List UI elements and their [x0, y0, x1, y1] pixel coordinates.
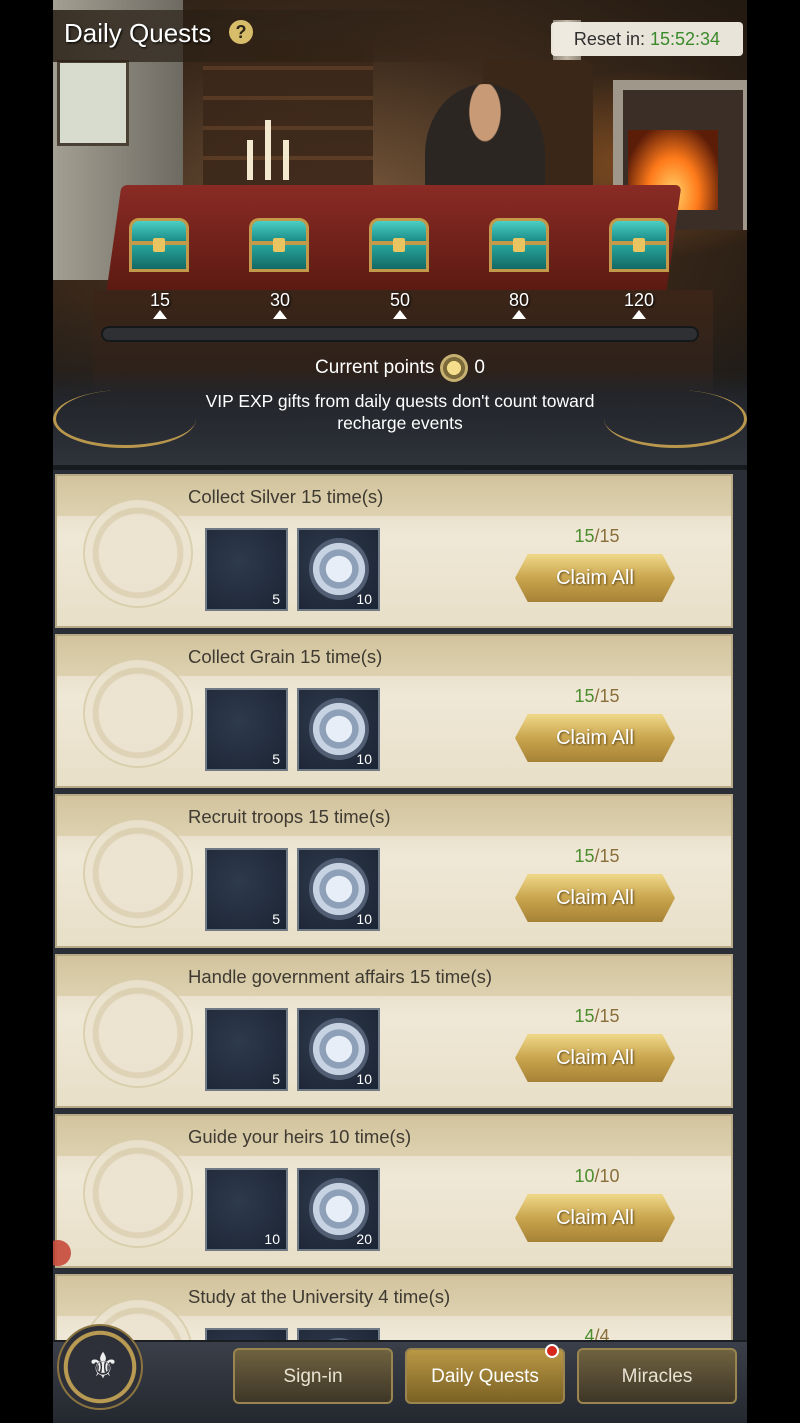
header-artwork: Daily Quests ? Reset in: 15:52:34 15 30 … [53, 0, 747, 470]
chest-icon[interactable] [127, 218, 191, 272]
reward-count: 10 [264, 1231, 280, 1247]
reward-item[interactable]: 5 [205, 1008, 288, 1091]
chest-icon[interactable] [607, 218, 671, 272]
reward-count: 5 [272, 591, 280, 607]
quest-progress: 15/15 [574, 686, 620, 706]
vip-notice: VIP EXP gifts from daily quests don't co… [205, 391, 595, 433]
milestone-marker [273, 310, 287, 319]
claim-all-button[interactable]: Claim All [515, 554, 675, 602]
quest-progress: 15/15 [574, 846, 620, 866]
quest-emblem-icon [83, 1138, 193, 1248]
quest-emblem-icon [83, 498, 193, 608]
points-star-icon [440, 354, 469, 382]
reward-count: 10 [356, 1071, 372, 1087]
milestone-marker [512, 310, 526, 319]
quest-title: Study at the University 4 time(s) [188, 1286, 451, 1307]
tab-daily-quests[interactable]: Daily Quests [405, 1348, 565, 1404]
claim-all-button[interactable]: Claim All [515, 1034, 675, 1082]
reward-count: 10 [356, 751, 372, 767]
claim-all-button[interactable]: Claim All [515, 874, 675, 922]
reward-item[interactable]: 10 [297, 688, 380, 771]
reward-item[interactable]: 10 [297, 528, 380, 611]
reset-timer: Reset in: 15:52:34 [551, 22, 743, 56]
chest-icon[interactable] [487, 218, 551, 272]
current-points-value: 0 [474, 357, 485, 379]
reward-item[interactable]: 10 [297, 1008, 380, 1091]
milestone-points: 50 [389, 290, 411, 310]
milestone-marker [632, 310, 646, 319]
current-points-label: Current points [315, 357, 435, 379]
quest-emblem-icon [83, 818, 193, 928]
milestone-points: 120 [623, 290, 655, 310]
reward-item[interactable]: 5 [205, 528, 288, 611]
quest-progress: 15/15 [574, 1006, 620, 1026]
quest-progress: 10/10 [574, 1166, 620, 1186]
quest-card: Recruit troops 15 time(s) 5 10 15/15 Cla… [55, 794, 733, 948]
quest-title: Recruit troops 15 time(s) [188, 806, 391, 827]
claim-all-button[interactable]: Claim All [515, 714, 675, 762]
reward-count: 5 [272, 751, 280, 767]
reset-label: Reset in: [573, 29, 645, 49]
chest-icon[interactable] [247, 218, 311, 272]
fleur-de-lis-icon: ⚜ [86, 1345, 120, 1386]
milestone-marker [393, 310, 407, 319]
app-screen: Daily Quests ? Reset in: 15:52:34 15 30 … [53, 0, 747, 1423]
tab-miracles[interactable]: Miracles [577, 1348, 737, 1404]
quest-card: Guide your heirs 10 time(s) 10 20 10/10 … [55, 1114, 733, 1268]
reward-item[interactable]: 10 [205, 1168, 288, 1251]
quest-card: Collect Grain 15 time(s) 5 10 15/15 Clai… [55, 634, 733, 788]
reward-item[interactable]: 10 [297, 848, 380, 931]
quest-emblem-icon [83, 658, 193, 768]
page-title: Daily Quests [64, 18, 212, 48]
bottom-nav: ⚜ Sign-in Daily Quests Miracles [53, 1324, 747, 1423]
quest-card: Collect Silver 15 time(s) 5 10 15/15 Cla… [55, 474, 733, 628]
milestone-points: 30 [269, 290, 291, 310]
tab-sign-in[interactable]: Sign-in [233, 1348, 393, 1404]
points-progress-bar [101, 326, 699, 342]
quest-card: Handle government affairs 15 time(s) 5 1… [55, 954, 733, 1108]
quest-title: Guide your heirs 10 time(s) [188, 1126, 412, 1147]
quest-emblem-icon [83, 978, 193, 1088]
reward-count: 10 [356, 591, 372, 607]
reward-count: 20 [356, 1231, 372, 1247]
quest-card: Study at the University 4 time(s) 4/4 [55, 1274, 733, 1342]
menu-emblem-button[interactable]: ⚜ [57, 1324, 143, 1410]
window-art [57, 60, 129, 146]
quest-progress: 15/15 [574, 526, 620, 546]
reward-item[interactable]: 5 [205, 688, 288, 771]
reward-item[interactable]: 5 [205, 848, 288, 931]
milestone-points: 15 [149, 290, 171, 310]
help-icon[interactable]: ? [229, 20, 253, 44]
quest-title: Handle government affairs 15 time(s) [188, 966, 493, 987]
quest-list[interactable]: Collect Silver 15 time(s) 5 10 15/15 Cla… [53, 472, 747, 1342]
milestone-marker [153, 310, 167, 319]
reward-count: 5 [272, 1071, 280, 1087]
candles-art [243, 100, 293, 180]
reward-count: 10 [356, 911, 372, 927]
reward-item[interactable]: 20 [297, 1168, 380, 1251]
reward-count: 5 [272, 911, 280, 927]
notification-dot [545, 1344, 559, 1358]
claim-all-button[interactable]: Claim All [515, 1194, 675, 1242]
quest-title: Collect Grain 15 time(s) [188, 646, 383, 667]
chest-icon[interactable] [367, 218, 431, 272]
quest-title: Collect Silver 15 time(s) [188, 486, 384, 507]
reset-time: 15:52:34 [649, 29, 721, 49]
milestone-points: 80 [508, 290, 530, 310]
current-points: Current points 0 [53, 354, 747, 382]
